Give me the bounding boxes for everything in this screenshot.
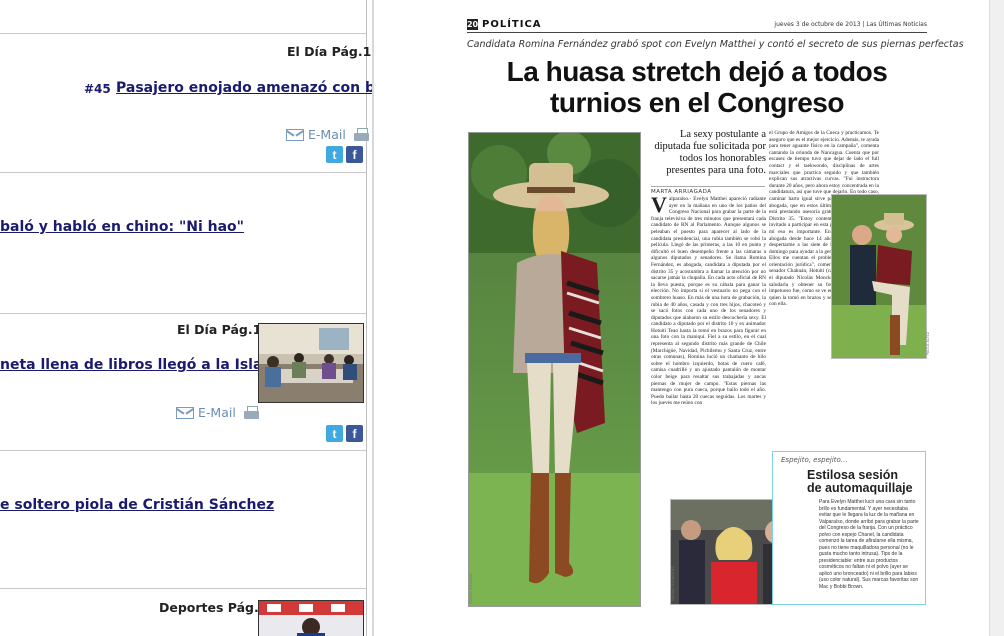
facebook-icon[interactable]: f [346,146,363,163]
headline-link[interactable]: e soltero piola de Cristián Sánchez [0,497,274,513]
facebook-icon[interactable]: f [346,425,363,442]
newspaper-viewer: 20 POLÍTICA jueves 3 de octubre de 2013 … [372,0,1004,636]
dateline: jueves 3 de octubre de 2013 | Las Última… [774,21,927,28]
box-title: Estilosa sesión de automaquillaje [807,469,913,495]
twitter-icon[interactable]: t [326,146,343,163]
list-separator [0,588,366,589]
twitter-icon[interactable]: t [326,425,343,442]
main-photo [468,132,641,607]
sidebar-box: Espejito, espejito… Estilosa sesión de a… [772,451,926,605]
email-link[interactable]: E-Mail [286,127,369,142]
list-separator [0,172,366,173]
news-list-panel: El Día Pág.12 #45 Pasajero enojado amena… [0,0,372,636]
byline: MARTA ARRIAGADA [651,186,765,195]
carry-photo [832,195,926,358]
email-label: E-Mail [198,405,236,420]
news-thumbnail[interactable] [258,323,364,403]
sports-photo [259,601,363,636]
box-body: Para Evelyn Matthei lucir una cara sin t… [819,499,919,590]
mail-icon [176,406,194,419]
page-header: 20 POLÍTICA jueves 3 de octubre de 2013 … [467,18,927,33]
huasa-photo [469,133,640,606]
list-separator [0,450,366,451]
news-thumbnail[interactable] [258,600,364,636]
list-separator [0,313,366,314]
dropcap: V [651,196,667,217]
box-title-line: de automaquillaje [807,481,913,495]
article-title: La huasa stretch dejó a todos turnios en… [467,56,927,118]
article-column: Valparaíso.- Evelyn Matthei apareció rad… [651,196,766,501]
mail-icon [286,128,304,141]
list-separator [0,33,366,34]
print-icon[interactable] [243,405,259,420]
box-kicker: Espejito, espejito… [781,456,848,464]
photo-credit: FOTOS: RICARDO [469,573,473,604]
vertical-scrollbar[interactable] [989,0,1004,636]
section-label: El Día Pág.12 [287,44,372,59]
headline-link[interactable]: baló y habló en chino: "Ni hao" [0,219,244,235]
article-lede: La sexy postulante a diputada fue solici… [654,129,766,176]
couple-photo [831,194,927,359]
social-share: t f [326,146,363,163]
email-label: E-Mail [308,127,346,142]
email-link[interactable]: E-Mail [176,405,259,420]
classroom-photo [259,324,363,402]
social-share: t f [326,425,363,442]
article-kicker: Candidata Romina Fernández grabó spot co… [467,39,964,50]
section-name: POLÍTICA [482,19,542,30]
item-number: #45 [84,82,111,96]
title-line: La huasa stretch dejó a todos [506,56,888,87]
section-label: El Día Pág.12 [177,322,270,337]
headline-link[interactable]: Pasajero enojado amenazó con bomba [116,80,372,96]
photo-credit: FABIAN FERNANDEZ [671,565,675,601]
photo-credit: PAOLA ALTEZ [926,331,930,355]
title-line: turnios en el Congreso [550,87,844,118]
viewer-edge [372,0,374,636]
print-icon[interactable] [353,127,369,142]
column-text: alparaíso.- Evelyn Matthei apareció radi… [651,196,766,407]
newspaper-page: 20 POLÍTICA jueves 3 de octubre de 2013 … [467,18,964,636]
page-number: 20 [466,19,479,30]
